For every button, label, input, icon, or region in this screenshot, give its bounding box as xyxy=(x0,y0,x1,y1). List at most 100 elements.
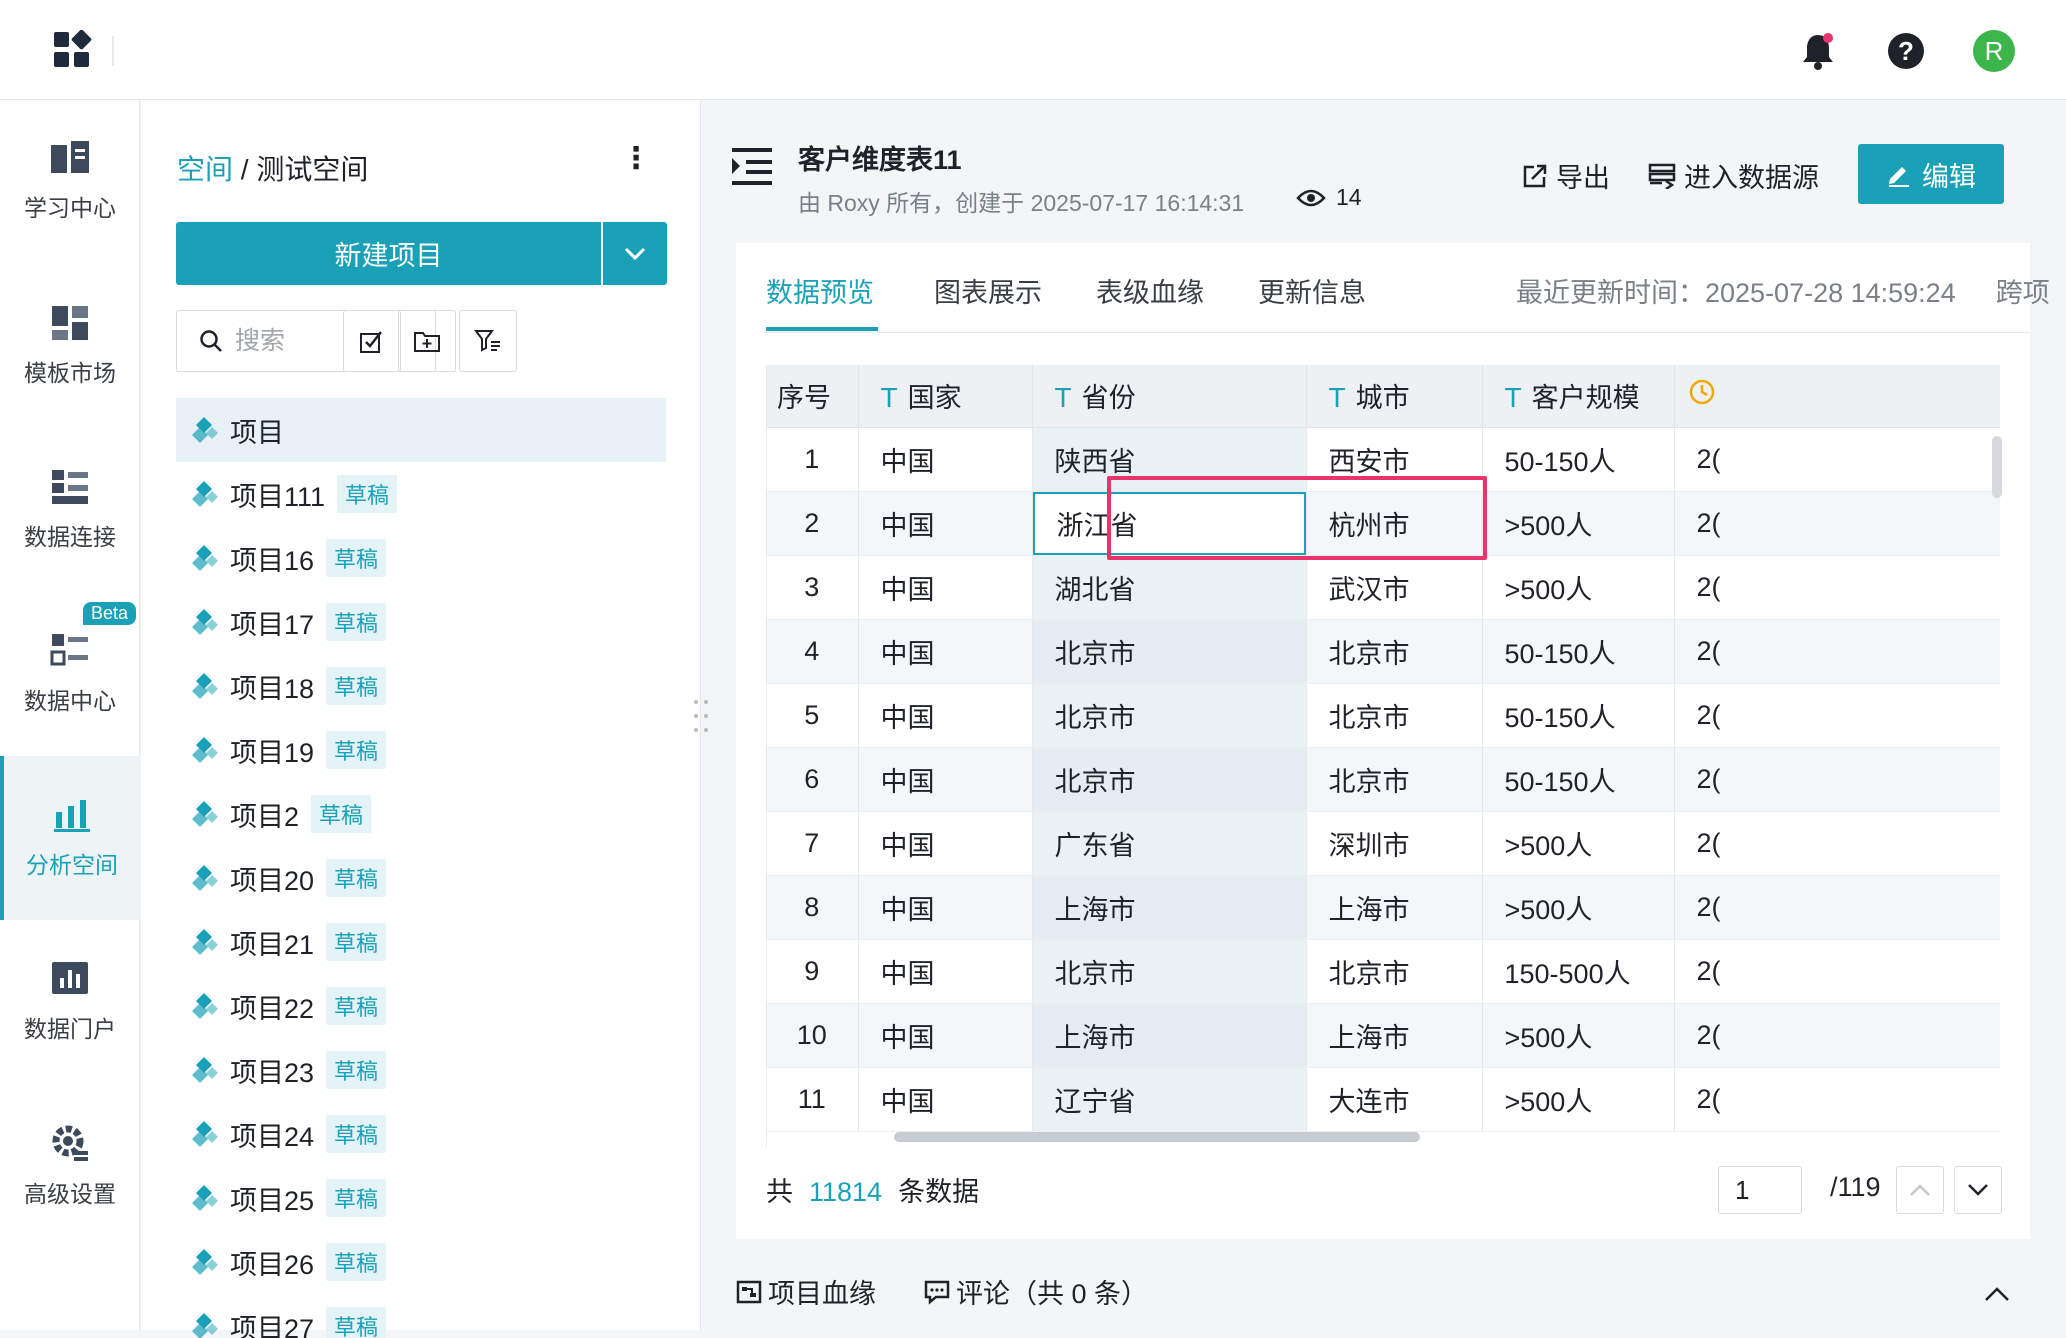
table-cell[interactable]: 2( xyxy=(1674,1003,2000,1067)
table-cell[interactable]: 北京市 xyxy=(1032,939,1306,1003)
table-cell[interactable]: 中国 xyxy=(858,747,1032,811)
table-cell[interactable]: 辽宁省 xyxy=(1032,1067,1306,1131)
table-cell[interactable]: 湖北省 xyxy=(1032,555,1306,619)
project-item[interactable]: 项目19 草稿 xyxy=(176,718,666,782)
table-cell[interactable]: 广东省 xyxy=(1032,811,1306,875)
tab-chart[interactable]: 图表展示 xyxy=(934,271,1042,310)
project-item[interactable]: 项目23 草稿 xyxy=(176,1038,666,1102)
bell-icon[interactable] xyxy=(1797,30,1839,72)
table-cell[interactable]: 北京市 xyxy=(1306,939,1482,1003)
next-page-button[interactable] xyxy=(1954,1166,2002,1214)
project-item[interactable]: 项目18 草稿 xyxy=(176,654,666,718)
page-number-input[interactable]: 1 xyxy=(1718,1166,1802,1214)
table-cell[interactable]: 50-150人 xyxy=(1482,747,1674,811)
table-cell[interactable]: 7 xyxy=(767,811,858,875)
new-folder-button[interactable] xyxy=(398,310,456,372)
table-cell[interactable]: 2( xyxy=(1674,619,2000,683)
table-cell[interactable]: 北京市 xyxy=(1032,683,1306,747)
table-cell[interactable]: >500人 xyxy=(1482,491,1674,555)
table-cell[interactable]: 50-150人 xyxy=(1482,427,1674,491)
more-options-icon[interactable]: ⋮ xyxy=(621,144,651,174)
project-item[interactable]: 项目 xyxy=(176,398,666,462)
project-item[interactable]: 项目27 草稿 xyxy=(176,1294,666,1338)
new-project-dropdown[interactable] xyxy=(603,222,667,285)
new-project-button[interactable]: 新建项目 xyxy=(176,222,601,285)
column-header[interactable] xyxy=(1674,365,2000,427)
table-cell[interactable]: 2( xyxy=(1674,683,2000,747)
table-cell[interactable]: 武汉市 xyxy=(1306,555,1482,619)
table-cell[interactable]: 中国 xyxy=(858,683,1032,747)
vertical-scrollbar[interactable] xyxy=(1992,436,2002,498)
project-item[interactable]: 项目17 草稿 xyxy=(176,590,666,654)
table-cell[interactable]: 深圳市 xyxy=(1306,811,1482,875)
project-item[interactable]: 项目24 草稿 xyxy=(176,1102,666,1166)
table-cell[interactable]: 中国 xyxy=(858,1003,1032,1067)
column-header[interactable]: T省份 xyxy=(1032,365,1306,427)
table-cell[interactable]: 2( xyxy=(1674,939,2000,1003)
column-header[interactable]: T城市 xyxy=(1306,365,1482,427)
comments-button[interactable]: 评论（共 0 条） xyxy=(924,1272,1148,1311)
table-cell[interactable]: 2( xyxy=(1674,811,2000,875)
table-cell[interactable]: 中国 xyxy=(858,875,1032,939)
breadcrumb-link-space[interactable]: 空间 xyxy=(177,154,233,185)
table-cell[interactable]: 1 xyxy=(767,427,858,491)
column-header-index[interactable]: 序号 xyxy=(767,365,858,427)
nav-item-connections[interactable]: 数据连接 xyxy=(0,428,140,592)
table-cell[interactable]: 50-150人 xyxy=(1482,619,1674,683)
table-cell[interactable]: 大连市 xyxy=(1306,1067,1482,1131)
table-cell[interactable]: 50-150人 xyxy=(1482,683,1674,747)
project-item[interactable]: 项目26 草稿 xyxy=(176,1230,666,1294)
previous-page-button[interactable] xyxy=(1896,1166,1944,1214)
project-item[interactable]: 项目2 草稿 xyxy=(176,782,666,846)
table-cell[interactable]: >500人 xyxy=(1482,1067,1674,1131)
help-icon[interactable]: ? xyxy=(1885,30,1927,72)
table-cell[interactable]: >500人 xyxy=(1482,875,1674,939)
nav-item-settings[interactable]: 高级设置 xyxy=(0,1084,140,1248)
nav-item-learning[interactable]: 学习中心 xyxy=(0,100,140,264)
table-cell[interactable]: 中国 xyxy=(858,619,1032,683)
chevron-up-icon[interactable] xyxy=(1984,1286,2010,1307)
table-cell[interactable]: 北京市 xyxy=(1032,619,1306,683)
table-cell[interactable]: 4 xyxy=(767,619,858,683)
table-cell[interactable]: 北京市 xyxy=(1032,747,1306,811)
table-cell[interactable]: 5 xyxy=(767,683,858,747)
table-cell[interactable]: 中国 xyxy=(858,427,1032,491)
table-cell[interactable]: 2( xyxy=(1674,491,2000,555)
tab-update-info[interactable]: 更新信息 xyxy=(1258,271,1366,310)
table-cell[interactable]: 上海市 xyxy=(1306,875,1482,939)
table-cell[interactable]: 2( xyxy=(1674,427,2000,491)
table-cell[interactable]: 2( xyxy=(1674,555,2000,619)
nav-item-templates[interactable]: 模板市场 xyxy=(0,264,140,428)
nav-item-analysis-space[interactable]: 分析空间 xyxy=(0,756,140,920)
table-cell[interactable]: 上海市 xyxy=(1032,875,1306,939)
table-cell[interactable]: 中国 xyxy=(858,939,1032,1003)
column-header[interactable]: T国家 xyxy=(858,365,1032,427)
table-cell[interactable]: >500人 xyxy=(1482,1003,1674,1067)
app-grid-icon[interactable] xyxy=(52,30,92,70)
table-cell[interactable]: 3 xyxy=(767,555,858,619)
table-cell[interactable]: 北京市 xyxy=(1306,683,1482,747)
edit-button[interactable]: 编辑 xyxy=(1858,144,2004,204)
nav-item-data-portal[interactable]: 数据门户 xyxy=(0,920,140,1084)
nav-item-data-center[interactable]: Beta 数据中心 xyxy=(0,592,140,756)
table-cell[interactable]: 150-500人 xyxy=(1482,939,1674,1003)
table-cell[interactable]: 北京市 xyxy=(1306,619,1482,683)
table-cell[interactable]: 2( xyxy=(1674,1067,2000,1131)
table-cell[interactable]: 10 xyxy=(767,1003,858,1067)
table-cell[interactable]: 8 xyxy=(767,875,858,939)
project-item[interactable]: 项目111 草稿 xyxy=(176,462,666,526)
panel-resize-handle[interactable] xyxy=(692,698,710,734)
table-cell[interactable]: 9 xyxy=(767,939,858,1003)
project-item[interactable]: 项目21 草稿 xyxy=(176,910,666,974)
table-cell[interactable]: 2( xyxy=(1674,875,2000,939)
table-cell[interactable]: >500人 xyxy=(1482,555,1674,619)
table-cell[interactable]: >500人 xyxy=(1482,811,1674,875)
table-cell[interactable]: 6 xyxy=(767,747,858,811)
table-cell[interactable]: 11 xyxy=(767,1067,858,1131)
project-item[interactable]: 项目16 草稿 xyxy=(176,526,666,590)
project-item[interactable]: 项目20 草稿 xyxy=(176,846,666,910)
filter-sort-button[interactable] xyxy=(459,310,517,372)
project-lineage-button[interactable]: 项目血缘 xyxy=(736,1272,876,1311)
enter-datasource-button[interactable]: 进入数据源 xyxy=(1648,156,1819,195)
project-item[interactable]: 项目25 草稿 xyxy=(176,1166,666,1230)
